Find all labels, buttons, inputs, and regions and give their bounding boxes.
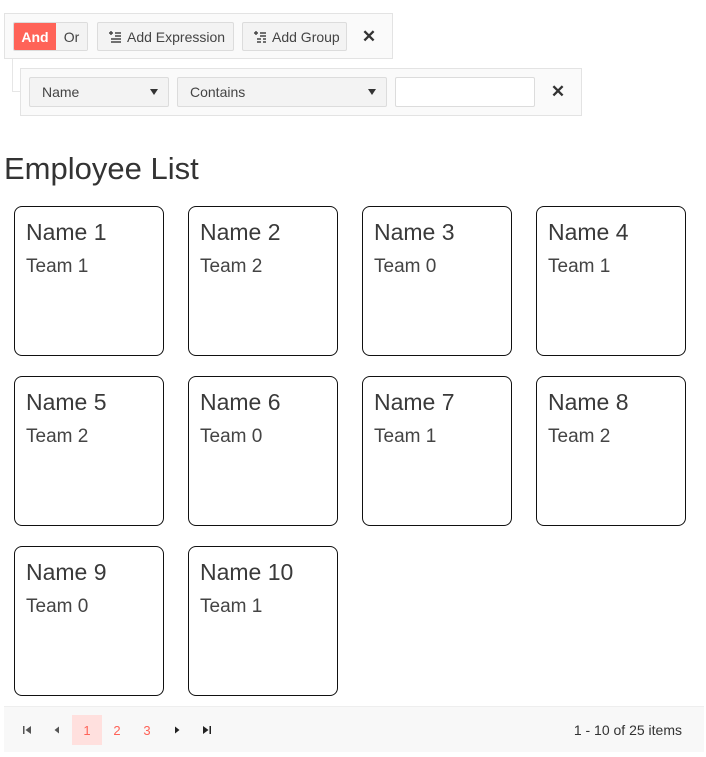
remove-expression-close-icon[interactable]: ✕ <box>546 77 570 107</box>
employee-team: Team 2 <box>200 256 263 277</box>
last-page-glyph <box>203 726 211 734</box>
employee-name: Name 5 <box>26 389 107 415</box>
pager-info: 1 - 10 of 25 items <box>573 722 682 738</box>
last-page-icon[interactable] <box>192 715 222 745</box>
filter-value-input[interactable] <box>395 77 535 107</box>
caret-down-icon <box>150 89 158 95</box>
field-dropdown-value: Name <box>42 84 80 100</box>
logic-toggle-group: And Or <box>13 22 88 51</box>
employee-name: Name 8 <box>548 389 629 415</box>
employee-name: Name 3 <box>374 219 455 245</box>
employee-card[interactable]: Name 9 Team 0 <box>14 546 164 696</box>
employee-team: Team 2 <box>26 426 89 447</box>
employee-name: Name 9 <box>26 559 107 585</box>
add-group-label: Add Group <box>272 28 340 45</box>
page-title: Employee List <box>4 151 199 186</box>
employee-team: Team 2 <box>548 426 611 447</box>
page-3-button[interactable]: 3 <box>132 715 162 745</box>
employee-card[interactable]: Name 1 Team 1 <box>14 206 164 356</box>
add-expression-label: Add Expression <box>127 28 226 45</box>
and-button[interactable]: And <box>14 23 56 50</box>
employee-team: Team 0 <box>26 596 89 617</box>
tree-connector-line <box>12 59 20 92</box>
employee-team: Team 0 <box>200 426 263 447</box>
previous-page-glyph <box>54 726 59 734</box>
employee-team: Team 1 <box>374 426 437 447</box>
previous-page-icon[interactable] <box>42 715 72 745</box>
employee-name: Name 2 <box>200 219 281 245</box>
employee-team: Team 1 <box>26 256 89 277</box>
employee-name: Name 4 <box>548 219 629 245</box>
employee-team: Team 0 <box>374 256 437 277</box>
employee-name: Name 1 <box>26 219 107 245</box>
employee-card[interactable]: Name 8 Team 2 <box>536 376 686 526</box>
or-button[interactable]: Or <box>56 23 87 50</box>
add-expression-button[interactable]: Add Expression <box>97 22 234 51</box>
employee-card[interactable]: Name 3 Team 0 <box>362 206 512 356</box>
employee-name: Name 10 <box>200 559 294 585</box>
employee-name: Name 6 <box>200 389 281 415</box>
employee-team: Team 1 <box>200 596 263 617</box>
remove-group-close-icon[interactable]: ✕ <box>357 22 381 51</box>
pager: 1 2 3 1 - 10 of 25 items <box>4 706 704 752</box>
page: And Or Add Expression Add Group ✕ Name C… <box>0 0 706 757</box>
page-1-button[interactable]: 1 <box>72 715 102 745</box>
first-page-glyph <box>23 726 31 734</box>
field-dropdown[interactable]: Name <box>29 77 169 107</box>
employee-card[interactable]: Name 2 Team 2 <box>188 206 338 356</box>
filter-expression-row: Name Contains ✕ <box>20 68 582 116</box>
operator-dropdown-value: Contains <box>190 84 246 100</box>
employee-card[interactable]: Name 6 Team 0 <box>188 376 338 526</box>
employee-name: Name 7 <box>374 389 455 415</box>
employee-team: Team 1 <box>548 256 611 277</box>
first-page-icon[interactable] <box>12 715 42 745</box>
employee-card[interactable]: Name 5 Team 2 <box>14 376 164 526</box>
page-2-button[interactable]: 2 <box>102 715 132 745</box>
employee-card[interactable]: Name 7 Team 1 <box>362 376 512 526</box>
add-group-icon <box>254 30 266 43</box>
employee-card[interactable]: Name 10 Team 1 <box>188 546 338 696</box>
add-group-button[interactable]: Add Group <box>242 22 347 51</box>
add-expression-icon <box>109 30 121 43</box>
caret-down-icon <box>368 89 376 95</box>
employee-card[interactable]: Name 4 Team 1 <box>536 206 686 356</box>
operator-dropdown[interactable]: Contains <box>177 77 387 107</box>
next-page-glyph <box>175 726 180 734</box>
filter-toolbar: And Or Add Expression Add Group ✕ <box>4 13 393 59</box>
next-page-icon[interactable] <box>162 715 192 745</box>
